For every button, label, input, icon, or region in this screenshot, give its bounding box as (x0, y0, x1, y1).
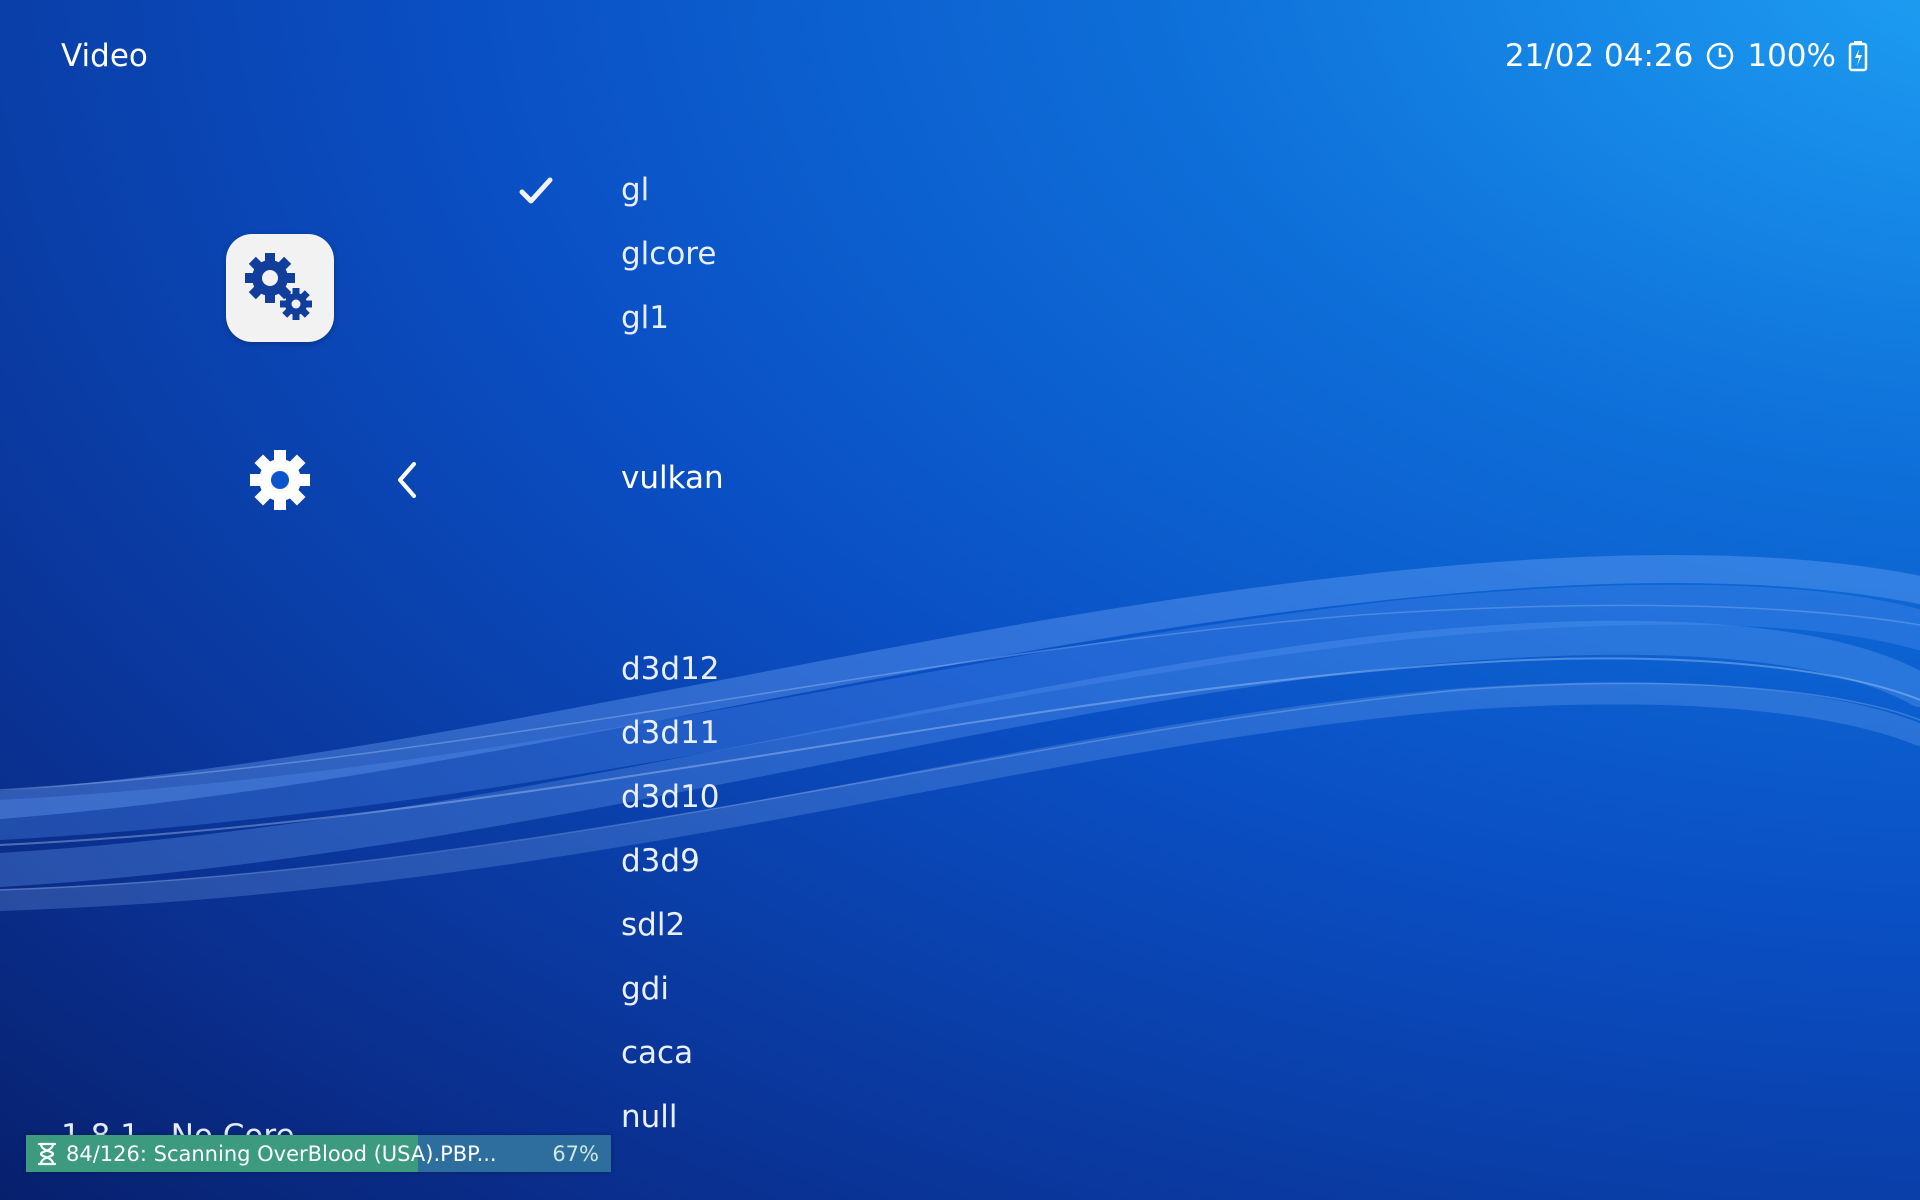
page-title: Video (61, 38, 148, 74)
driver-item-gdi[interactable]: gdi (621, 971, 669, 1007)
battery-label: 100% (1747, 38, 1836, 74)
driver-item-gl1[interactable]: gl1 (621, 300, 669, 336)
background-wave (0, 555, 1920, 911)
chevron-left-icon[interactable] (392, 458, 424, 502)
checkmark-icon (518, 173, 554, 209)
clock-icon (1705, 41, 1735, 71)
driver-item-sdl2[interactable]: sdl2 (621, 907, 685, 943)
settings-gears-icon[interactable] (226, 234, 334, 342)
task-percent: 67% (552, 1141, 599, 1166)
datetime-label: 21/02 04:26 (1504, 38, 1694, 74)
battery-charging-icon (1848, 40, 1868, 72)
gear-icon[interactable] (249, 449, 311, 511)
driver-item-gl[interactable]: gl (621, 172, 649, 208)
status-bar: 21/02 04:26 100% (1505, 38, 1868, 74)
driver-item-d3d10[interactable]: d3d10 (621, 779, 720, 815)
task-message: 84/126: Scanning OverBlood (USA).PBP... (66, 1141, 497, 1166)
driver-item-null[interactable]: null (621, 1099, 678, 1135)
driver-item-d3d12[interactable]: d3d12 (621, 651, 720, 687)
driver-item-vulkan[interactable]: vulkan (621, 460, 724, 496)
driver-item-d3d9[interactable]: d3d9 (621, 843, 700, 879)
driver-item-d3d11[interactable]: d3d11 (621, 715, 720, 751)
driver-item-caca[interactable]: caca (621, 1035, 693, 1071)
driver-item-glcore[interactable]: glcore (621, 236, 716, 272)
task-progress-bar: 84/126: Scanning OverBlood (USA).PBP... … (26, 1135, 611, 1172)
hourglass-icon (36, 1142, 58, 1166)
